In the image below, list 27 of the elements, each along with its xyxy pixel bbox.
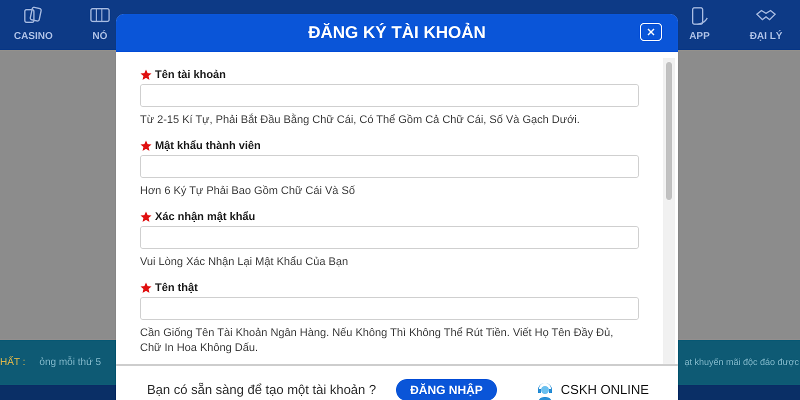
prompt-text: Bạn có sẵn sàng để tạo một tài khoản ? — [147, 381, 376, 400]
dialog-title: ĐĂNG KÝ TÀI KHOẢN — [308, 22, 486, 44]
nav-item[interactable]: NÓ — [66, 6, 134, 44]
marquee-label: HẤT : — [0, 355, 26, 370]
nav-item[interactable]: CASINO — [0, 6, 67, 44]
nav-item[interactable]: ĐẠI LÝ — [732, 6, 800, 44]
nav-item[interactable]: APP — [666, 6, 733, 44]
field-hint: Hơn 6 Ký Tự Phải Bao Gồm Chữ Cái Và Số — [140, 184, 356, 199]
field-hint: Từ 2-15 Kí Tự, Phải Bắt Đầu Bằng Chữ Cái, Có Thể Gồm Cả Chữ Cái, Số Và Gạch Dưới. — [140, 113, 581, 128]
input-field[interactable] — [140, 84, 639, 107]
marquee-text: ỏng mỗi thứ 5 — [39, 355, 102, 370]
scrollbar[interactable] — [663, 58, 675, 364]
close-icon — [647, 28, 655, 36]
field-label: Mật khẩu thành viên — [155, 138, 261, 154]
field-label: Tên tài khoản — [155, 68, 226, 83]
input-field[interactable] — [140, 155, 639, 178]
login-button[interactable]: ĐĂNG NHẬP — [396, 379, 497, 400]
marquee-text: ạt khuyến mãi độc đáo được — [684, 356, 799, 369]
field-hint: Vui Lòng Xác Nhận Lại Mật Khẩu Của Bạn — [140, 255, 350, 270]
field-label: Xác nhận mật khẩu — [155, 210, 256, 225]
support-link[interactable]: CSKH ONLINE — [534, 380, 649, 400]
field-hint: Cần Giống Tên Tài Khoản Ngân Hàng. Nếu Không Thì Không Thể Rút Tiền. Viết Họ Tên Đầy Đủ, Chữ In Hoa Không Dấu. — [140, 326, 614, 356]
support-label: CSKH ONLINE — [560, 381, 649, 400]
field-label: Tên thật — [155, 280, 198, 296]
close-button[interactable] — [640, 23, 662, 41]
input-field[interactable] — [140, 226, 639, 249]
input-field[interactable] — [140, 297, 639, 320]
